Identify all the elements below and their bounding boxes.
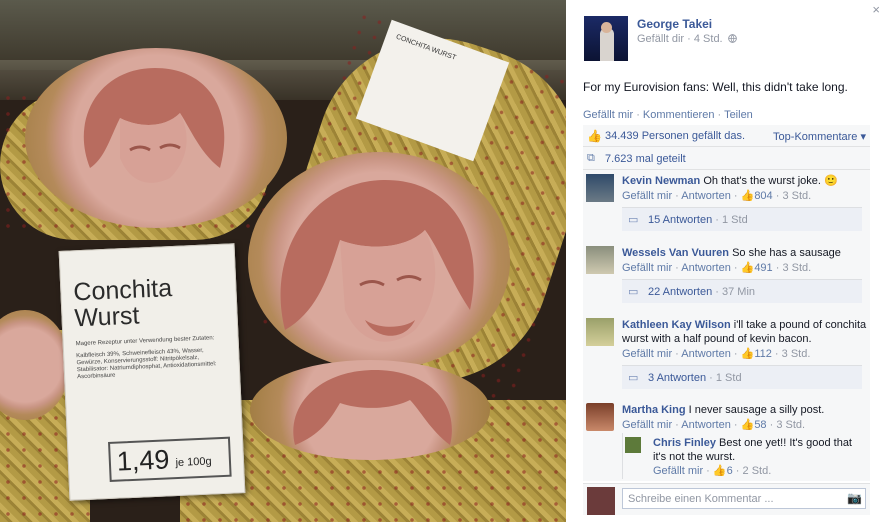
current-user-avatar	[587, 487, 615, 515]
likes-count[interactable]: 34.439 Personen gefällt das.	[605, 130, 745, 142]
post-time[interactable]: 4 Std.	[694, 33, 723, 45]
conchita-face-top-left	[83, 68, 225, 183]
replies-count[interactable]: 15 Antworten	[648, 214, 712, 226]
replies-toggle[interactable]: ▭ 22 Antworten · 37 Min	[622, 279, 862, 303]
like-count-icon: 👍	[740, 190, 755, 202]
comment-actions: Gefällt mir · Antworten · 👍112 · 3 Std.	[622, 348, 811, 360]
comment-composer: 📷	[583, 483, 870, 515]
comment-like-button[interactable]: Gefällt mir	[622, 262, 672, 274]
comment-reply-button[interactable]: Antworten	[681, 348, 731, 360]
camera-icon[interactable]: 📷	[847, 491, 862, 505]
commenter-avatar[interactable]	[586, 403, 614, 431]
commenter-name[interactable]: Kevin Newman	[622, 175, 700, 187]
author-avatar[interactable]	[584, 16, 628, 61]
close-icon[interactable]: ×	[872, 2, 880, 17]
commenter-avatar[interactable]	[586, 246, 614, 274]
shares-row: ⧉ 7.623 mal geteilt	[583, 148, 870, 170]
like-count-icon: 👍	[712, 465, 727, 477]
commenter-name[interactable]: Martha King	[622, 404, 686, 416]
commenter-avatar[interactable]	[586, 318, 614, 346]
shares-count[interactable]: 7.623 mal geteilt	[605, 153, 686, 165]
reply-author-name[interactable]: Chris Finley	[653, 437, 716, 449]
share-button[interactable]: Teilen	[724, 109, 753, 121]
reply-time[interactable]: 2 Std.	[743, 465, 772, 477]
likes-row: 👍 34.439 Personen gefällt das. Top-Komme…	[583, 125, 870, 147]
price-card-title-2: Wurst	[73, 301, 140, 333]
price-card-subtitle: Magere Rezeptur unter Verwendung bester …	[75, 335, 215, 348]
like-count-icon: 👍	[740, 419, 755, 431]
comment-time[interactable]: 3 Std.	[776, 419, 805, 431]
comment-reply-button[interactable]: Antworten	[681, 190, 731, 202]
replies-time: 1 Std	[722, 214, 748, 226]
author-name[interactable]: George Takei	[637, 17, 712, 31]
caret-down-icon: ▾	[857, 131, 866, 143]
comment-text: I never sausage a silly post.	[688, 404, 825, 416]
comment-actions: Gefällt mir · Antworten · 👍58 · 3 Std.	[622, 419, 806, 431]
comment-time[interactable]: 3 Std.	[782, 262, 811, 274]
comment-input[interactable]	[622, 488, 866, 509]
comment-text: So she has a sausage	[732, 247, 841, 259]
comment-like-button[interactable]: Gefällt mir	[622, 190, 672, 202]
comment-item: Kathleen Kay Wilson i'll take a pound of…	[583, 316, 870, 400]
feedback-area: 👍 34.439 Personen gefällt das. Top-Komme…	[583, 125, 870, 481]
post-side-panel: × George Takei Gefällt dir · 4 Std. For …	[566, 0, 886, 522]
replies-toggle[interactable]: ▭ 3 Antworten · 1 Std	[622, 365, 862, 389]
comment-like-count[interactable]: 491	[754, 262, 772, 274]
comment-like-button[interactable]: Gefällt mir	[622, 419, 672, 431]
comment-like-count[interactable]: 112	[754, 348, 772, 360]
comment-reply-button[interactable]: Antworten	[681, 419, 731, 431]
like-button[interactable]: Gefällt mir	[583, 109, 633, 121]
replies-time: 37 Min	[722, 286, 756, 298]
comment-time[interactable]: 3 Std.	[782, 348, 811, 360]
commenter-name[interactable]: Kathleen Kay Wilson	[622, 319, 731, 331]
reply-actions: Gefällt mir · 👍6 · 2 Std.	[653, 465, 772, 477]
comment-button[interactable]: Kommentieren	[643, 109, 715, 121]
replies-toggle[interactable]: ▭ 15 Antworten · 1 Std	[622, 207, 862, 231]
comment-time[interactable]: 3 Std.	[782, 190, 811, 202]
price-unit: je 100g	[175, 455, 212, 470]
reply-icon: ▭	[628, 372, 639, 384]
comment-actions: Gefällt mir · Antworten · 👍804 · 3 Std.	[622, 190, 812, 202]
nested-reply: Chris Finley Best one yet!! It's good th…	[622, 433, 862, 479]
like-count-icon: 👍	[740, 348, 755, 360]
conchita-face-bottom	[293, 370, 452, 445]
share-icon: ⧉	[587, 152, 595, 164]
post-actions: Gefällt mir · Kommentieren · Teilen	[583, 109, 753, 121]
thumbs-up-icon: 👍	[587, 129, 602, 143]
comment-item: Martha King I never sausage a silly post…	[583, 401, 870, 433]
top-comments-dropdown[interactable]: Top-Kommentare ▾	[773, 130, 866, 143]
commenter-name[interactable]: Wessels Van Vuuren	[622, 247, 729, 259]
comment-item: Wessels Van Vuuren So she has a sausage …	[583, 244, 870, 314]
post-meta: Gefällt dir · 4 Std.	[637, 33, 737, 45]
comment-like-count[interactable]: 804	[754, 190, 772, 202]
replies-count[interactable]: 22 Antworten	[648, 286, 712, 298]
globe-icon	[727, 34, 737, 43]
reply-icon: ▭	[628, 286, 639, 298]
reply-icon: ▭	[628, 214, 639, 226]
comment-text: Oh that's the wurst joke. 🙂	[703, 175, 838, 187]
post-text: For my Eurovision fans: Well, this didn'…	[583, 80, 848, 94]
comment-like-count[interactable]: 58	[754, 419, 766, 431]
post-photo[interactable]: CONCHITA WURST Conchita Wurst Magere Rez…	[0, 0, 566, 522]
price-card-ingredients: Kalbfleisch 39%, Schweinefleisch 43%, Wa…	[76, 347, 217, 381]
conchita-face-center	[280, 180, 474, 342]
price-card: Conchita Wurst Magere Rezeptur unter Ver…	[58, 243, 246, 501]
replies-count[interactable]: 3 Antworten	[648, 372, 706, 384]
like-count-icon: 👍	[740, 262, 755, 274]
commenter-avatar[interactable]	[586, 174, 614, 202]
comment-actions: Gefällt mir · Antworten · 👍491 · 3 Std.	[622, 262, 812, 274]
price-value: 1,49	[116, 443, 171, 477]
liked-status[interactable]: Gefällt dir	[637, 33, 684, 45]
reply-like-button[interactable]: Gefällt mir	[653, 465, 703, 477]
comment-item: Kevin Newman Oh that's the wurst joke. 🙂…	[583, 172, 870, 242]
comment-reply-button[interactable]: Antworten	[681, 262, 731, 274]
replies-time: 1 Std	[715, 372, 742, 384]
price-box: 1,49 je 100g	[108, 436, 232, 482]
comment-like-button[interactable]: Gefällt mir	[622, 348, 672, 360]
reply-author-avatar[interactable]	[625, 437, 641, 453]
